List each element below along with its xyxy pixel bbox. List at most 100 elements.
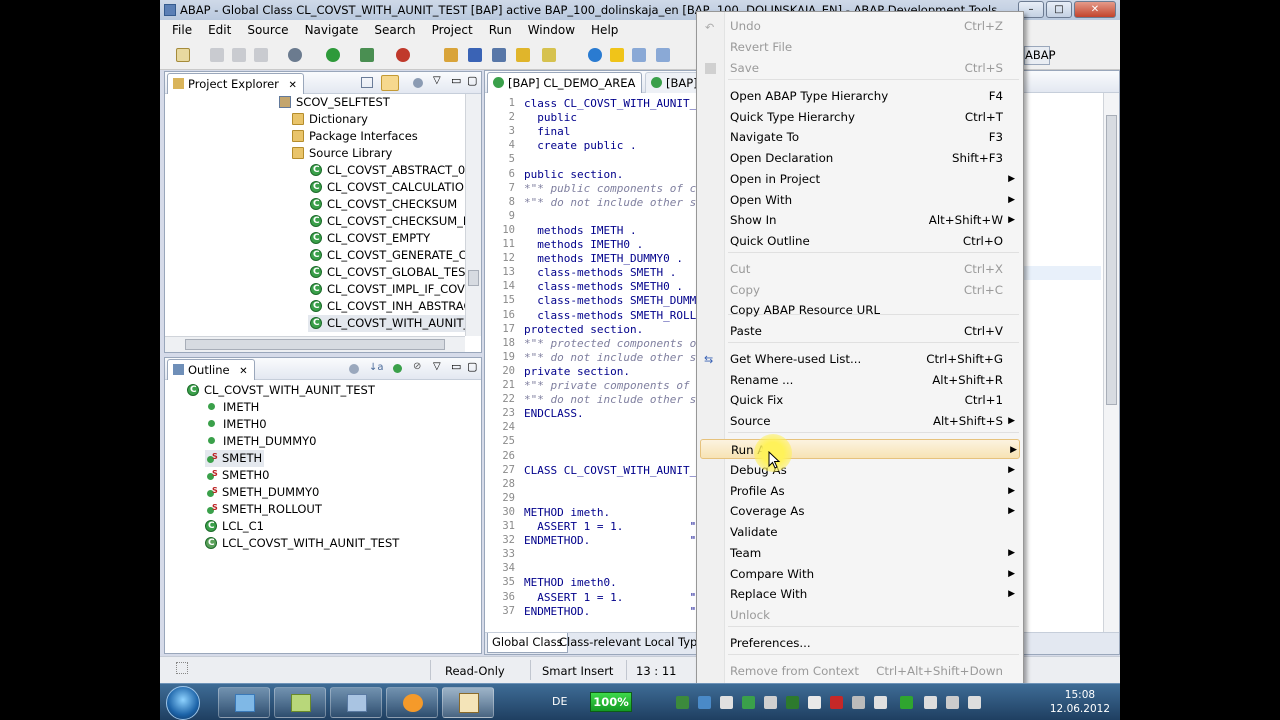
tray-icon[interactable] — [698, 696, 711, 709]
taskbar-eclipse[interactable] — [442, 687, 494, 718]
nav-icon[interactable] — [656, 48, 670, 62]
menu-item-quick-outline[interactable]: Quick Outline Ctrl+O — [730, 231, 1017, 251]
menu-source[interactable]: Source — [239, 23, 296, 37]
link-editor-icon[interactable] — [381, 75, 399, 91]
view-menu-icon[interactable]: ▽ — [433, 75, 441, 86]
sort-icon[interactable]: ↓a — [369, 362, 384, 373]
menu-item-open-in-project[interactable]: Open in Project ▶ — [730, 169, 1017, 189]
outline-item[interactable]: IMETH — [205, 399, 259, 416]
menu-item-validate[interactable]: Validate — [730, 522, 1017, 542]
menu-item-rename[interactable]: Rename ... Alt+Shift+R — [730, 370, 1017, 390]
view-menu-icon[interactable]: ▽ — [433, 361, 441, 372]
tray-icon[interactable] — [874, 696, 887, 709]
close-tab-icon[interactable]: ✕ — [239, 366, 247, 377]
tray-icon[interactable] — [720, 696, 733, 709]
tree-item[interactable]: SCOV_SELFTEST — [279, 94, 390, 111]
menu-item-cut[interactable]: Cut Ctrl+X — [730, 259, 1017, 279]
search-icon[interactable] — [492, 48, 506, 62]
menu-item-source[interactable]: Source Alt+Shift+S ▶ — [730, 411, 1017, 431]
maximize-button[interactable]: □ — [1046, 1, 1072, 18]
outline-item[interactable]: IMETH_DUMMY0 — [205, 433, 316, 450]
menu-item-preferences[interactable]: Preferences... — [730, 633, 1017, 653]
menu-item-replace-with[interactable]: Replace With ▶ — [730, 584, 1017, 604]
hide-fields-icon[interactable] — [349, 364, 359, 374]
tree-item[interactable]: CL_COVST_IMPL_IF_COVST — [310, 281, 465, 298]
outline-item[interactable]: LCL_C1 — [205, 518, 264, 535]
menu-item-coverage-as[interactable]: Coverage As ▶ — [730, 501, 1017, 521]
menu-file[interactable]: File — [164, 23, 200, 37]
menu-window[interactable]: Window — [520, 23, 583, 37]
run-icon[interactable] — [326, 48, 340, 62]
tree-item[interactable]: CL_COVST_CHECKSUM_M — [310, 213, 465, 230]
activate-icon[interactable] — [610, 48, 624, 62]
scroll-thumb[interactable] — [468, 270, 479, 286]
menu-item-save[interactable]: Save Ctrl+S — [730, 58, 1017, 78]
menu-item-copy-abap-resource-url[interactable]: Copy ABAP Resource URL — [730, 300, 1017, 320]
tray-icon[interactable] — [742, 696, 755, 709]
close-button[interactable]: ✕ — [1074, 1, 1116, 18]
tree-item-selected[interactable]: CL_COVST_WITH_AUNIT_T — [308, 315, 465, 332]
tab-local-types[interactable]: Class-relevant Local Types — [555, 633, 716, 653]
tree-item[interactable]: CL_COVST_CHECKSUM — [310, 196, 457, 213]
project-explorer-scrollbar-v[interactable] — [465, 94, 481, 336]
check-icon[interactable] — [588, 48, 602, 62]
menu-item-remove-from-context[interactable]: Remove from Context Ctrl+Alt+Shift+Down — [730, 661, 1017, 681]
open-type-icon[interactable] — [444, 48, 458, 62]
coverage-icon[interactable] — [360, 48, 374, 62]
pencil-icon[interactable] — [542, 48, 556, 62]
menu-item-run-as[interactable]: Run As ▶ — [700, 439, 1020, 459]
tray-icon[interactable] — [676, 696, 689, 709]
save-all-icon[interactable] — [232, 48, 246, 62]
tree-item[interactable]: CL_COVST_CALCULATION — [310, 179, 465, 196]
tray-icon[interactable] — [900, 696, 913, 709]
perspective-abap[interactable]: ABAP — [1024, 46, 1056, 65]
save-icon[interactable] — [210, 48, 224, 62]
menu-navigate[interactable]: Navigate — [297, 23, 367, 37]
external-tools-icon[interactable] — [396, 48, 410, 62]
taskbar-media[interactable] — [386, 687, 438, 718]
open-task-icon[interactable] — [468, 48, 482, 62]
tray-icon[interactable] — [786, 696, 799, 709]
taskbar-app[interactable] — [330, 687, 382, 718]
outline-root[interactable]: CL_COVST_WITH_AUNIT_TEST — [187, 382, 375, 399]
tree-item[interactable]: CL_COVST_GLOBAL_TEST_ — [310, 264, 465, 281]
debug-icon[interactable] — [288, 48, 302, 62]
hide-nonpublic-icon[interactable]: ⊘ — [413, 361, 421, 372]
menu-item-get-where-used-list[interactable]: Get Where-used List... Ctrl+Shift+G — [730, 349, 1017, 369]
new-icon[interactable] — [176, 48, 190, 62]
menu-item-show-in[interactable]: Show In Alt+Shift+W ▶ — [730, 210, 1017, 230]
filter-icon[interactable] — [413, 78, 423, 88]
menu-help[interactable]: Help — [583, 23, 626, 37]
menu-item-undo[interactable]: Undo Ctrl+Z — [730, 16, 1017, 36]
clock[interactable]: 15:08 12.06.2012 — [1050, 688, 1110, 716]
minimize-view-icon[interactable]: ▭ — [451, 360, 461, 373]
print-icon[interactable] — [254, 48, 268, 62]
taskbar-notes[interactable] — [274, 687, 326, 718]
menu-item-compare-with[interactable]: Compare With ▶ — [730, 564, 1017, 584]
menu-item-unlock[interactable]: Unlock — [730, 605, 1017, 625]
tab-outline[interactable]: Outline ✕ — [167, 359, 255, 380]
shield-icon[interactable] — [830, 696, 843, 709]
menu-item-open-abap-type-hierarchy[interactable]: Open ABAP Type Hierarchy F4 — [730, 86, 1017, 106]
outline-item[interactable]: SMETH_ROLLOUT — [205, 499, 322, 518]
menu-edit[interactable]: Edit — [200, 23, 239, 37]
tree-item[interactable]: Package Interfaces — [292, 128, 418, 145]
menu-item-paste[interactable]: Paste Ctrl+V — [730, 321, 1017, 341]
menu-item-open-declaration[interactable]: Open Declaration Shift+F3 — [730, 148, 1017, 168]
minimize-view-icon[interactable]: ▭ — [451, 74, 461, 87]
hide-static-icon[interactable] — [393, 364, 402, 373]
project-explorer-scrollbar-h[interactable] — [165, 336, 465, 352]
tree-item[interactable]: Source Library — [292, 145, 392, 162]
menu-search[interactable]: Search — [366, 23, 423, 37]
menu-item-navigate-to[interactable]: Navigate To F3 — [730, 127, 1017, 147]
outline-item[interactable]: LCL_COVST_WITH_AUNIT_TEST — [205, 535, 399, 552]
menu-item-team[interactable]: Team ▶ — [730, 543, 1017, 563]
lock-icon[interactable] — [764, 696, 777, 709]
menu-run[interactable]: Run — [481, 23, 520, 37]
scroll-thumb[interactable] — [185, 339, 445, 350]
battery-indicator[interactable]: 100% — [590, 692, 632, 712]
tab-cl-demo-area[interactable]: [BAP] CL_DEMO_AREA — [487, 72, 643, 93]
menu-project[interactable]: Project — [424, 23, 481, 37]
tree-item[interactable]: CL_COVST_EMPTY — [310, 230, 430, 247]
outline-item[interactable]: IMETH0 — [205, 416, 267, 433]
